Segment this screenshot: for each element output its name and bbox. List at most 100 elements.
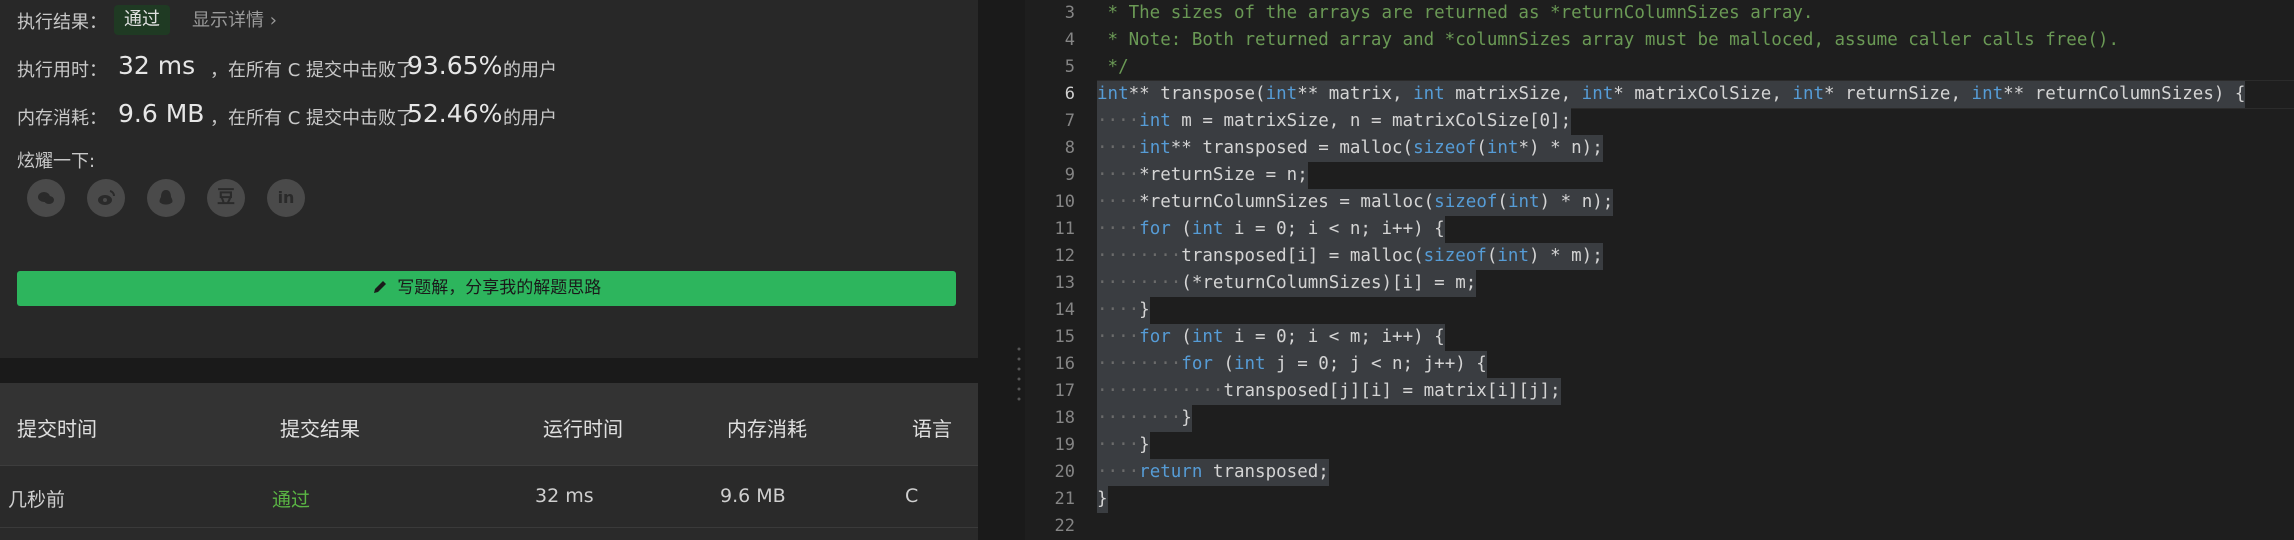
code-line[interactable]: }: [1097, 486, 1108, 513]
line-number: 3: [1064, 3, 1075, 23]
code-keyword: sizeof: [1434, 192, 1498, 212]
code-line[interactable]: * The sizes of the arrays are returned a…: [1097, 0, 1814, 27]
weibo-icon[interactable]: [87, 179, 125, 217]
runtime-desc: ，在所有 C 提交中击败了: [210, 60, 415, 81]
memory-desc: ，在所有 C 提交中击败了: [210, 108, 415, 129]
line-number: 17: [1054, 381, 1075, 401]
splitter-handle-icon[interactable]: [1017, 345, 1021, 415]
col-header-language: 语言: [912, 417, 952, 441]
share-label: 炫耀一下:: [17, 151, 96, 172]
line-number: 22: [1054, 516, 1075, 536]
code-keyword: int: [1191, 219, 1224, 239]
code-keyword: sizeof: [1423, 246, 1487, 266]
runtime-percent: 93.65%: [407, 51, 503, 80]
code-token: m = matrixSize, n = matrixColSize[0];: [1170, 111, 1572, 131]
code-token: (: [1170, 327, 1192, 347]
code-keyword: for: [1139, 327, 1171, 347]
code-line[interactable]: ········for (int j = 0; j < n; j++) {: [1097, 351, 1487, 378]
code-whitespace-marker: ············: [1097, 381, 1224, 401]
code-token: }: [1097, 489, 1108, 509]
show-details-link[interactable]: 显示详情 ›: [192, 6, 277, 32]
code-line[interactable]: ········}: [1097, 405, 1192, 432]
result-label: 执行结果：: [17, 12, 107, 33]
line-number: 8: [1064, 138, 1075, 158]
code-whitespace-marker: ········: [1097, 273, 1182, 293]
line-number: 21: [1054, 489, 1075, 509]
wechat-icon[interactable]: [27, 179, 65, 217]
code-token: i = 0; i < n; i++) {: [1223, 219, 1445, 239]
code-token: * matrixColSize,: [1613, 84, 1793, 104]
code-keyword: int: [1233, 354, 1266, 374]
code-token: j = 0; j < n; j++) {: [1265, 354, 1487, 374]
code-line[interactable]: int** transpose(int** matrix, int matrix…: [1097, 81, 2246, 108]
code-token: ** returnColumnSizes) {: [2003, 84, 2246, 104]
table-header: [0, 383, 978, 466]
code-line[interactable]: ····int m = matrixSize, n = matrixColSiz…: [1097, 108, 1572, 135]
line-number: 13: [1054, 273, 1075, 293]
line-number: 10: [1054, 192, 1075, 212]
douban-icon[interactable]: 豆: [207, 179, 245, 217]
code-line[interactable]: */: [1097, 54, 1129, 81]
code-token: }: [1139, 435, 1150, 455]
code-line[interactable]: ····return transposed;: [1097, 459, 1329, 486]
memory-users: 的用户: [503, 108, 557, 129]
code-keyword: int: [1792, 84, 1825, 104]
code-keyword: int: [1097, 84, 1129, 104]
code-line[interactable]: ····}: [1097, 432, 1150, 459]
code-token: transposed;: [1202, 462, 1329, 482]
code-line[interactable]: * Note: Both returned array and *columnS…: [1097, 27, 2119, 54]
code-keyword: int: [1139, 111, 1171, 131]
code-line[interactable]: ····}: [1097, 297, 1150, 324]
runtime-value: 32 ms: [118, 51, 196, 80]
code-keyword: int: [1413, 84, 1445, 104]
code-keyword: int: [1486, 138, 1519, 158]
code-comment: * The sizes of the arrays are returned a…: [1097, 3, 1814, 23]
code-keyword: sizeof: [1413, 138, 1477, 158]
code-line[interactable]: ····for (int i = 0; i < n; i++) {: [1097, 216, 1445, 243]
cell-language: C: [905, 485, 919, 507]
code-whitespace-marker: ····: [1097, 165, 1140, 185]
code-keyword: int: [1581, 84, 1614, 104]
code-token: (: [1212, 354, 1234, 374]
line-number: 16: [1054, 354, 1075, 374]
linkedin-icon[interactable]: in: [267, 179, 305, 217]
code-keyword: int: [1265, 84, 1298, 104]
code-whitespace-marker: ····: [1097, 192, 1140, 212]
code-comment: * Note: Both returned array and *columnS…: [1097, 30, 2119, 50]
code-line[interactable]: ············transposed[j][i] = matrix[i]…: [1097, 378, 1561, 405]
write-solution-button[interactable]: 写题解，分享我的解题思路: [17, 271, 956, 306]
show-details-label: 显示详情: [192, 10, 264, 31]
runtime-users: 的用户: [503, 60, 557, 81]
code-line[interactable]: ····for (int i = 0; i < m; i++) {: [1097, 324, 1445, 351]
cell-result-link[interactable]: 通过: [272, 485, 310, 512]
line-number: 19: [1054, 435, 1075, 455]
code-keyword: int: [1191, 327, 1224, 347]
cell-runtime: 32 ms: [535, 485, 594, 507]
code-whitespace-marker: ········: [1097, 408, 1182, 428]
col-header-time: 提交时间: [17, 417, 97, 441]
code-line[interactable]: ····*returnColumnSizes = malloc(sizeof(i…: [1097, 189, 1614, 216]
memory-label: 内存消耗：: [17, 108, 107, 129]
qq-icon[interactable]: [147, 179, 185, 217]
code-whitespace-marker: ····: [1097, 138, 1140, 158]
code-line[interactable]: ····int** transposed = malloc(sizeof(int…: [1097, 135, 1603, 162]
code-line[interactable]: ········(*returnColumnSizes)[i] = m;: [1097, 270, 1477, 297]
code-token: ) * m);: [1529, 246, 1603, 266]
code-token: ** transpose(: [1128, 84, 1266, 104]
code-token: *) * n);: [1518, 138, 1603, 158]
code-line[interactable]: ········transposed[i] = malloc(sizeof(in…: [1097, 243, 1603, 270]
code-keyword: for: [1181, 354, 1213, 374]
line-number: 14: [1054, 300, 1075, 320]
code-token: (: [1476, 138, 1487, 158]
col-header-memory: 内存消耗: [727, 417, 807, 441]
code-token: (: [1170, 219, 1192, 239]
code-token: matrixSize,: [1444, 84, 1582, 104]
code-keyword: int: [1497, 246, 1529, 266]
code-line[interactable]: ····*returnSize = n;: [1097, 162, 1308, 189]
code-whitespace-marker: ····: [1097, 111, 1140, 131]
runtime-label: 执行用时：: [17, 60, 107, 81]
code-token: ** matrix,: [1297, 84, 1414, 104]
cell-memory: 9.6 MB: [720, 485, 786, 507]
line-number: 15: [1054, 327, 1075, 347]
chevron-right-icon: ›: [269, 10, 277, 31]
